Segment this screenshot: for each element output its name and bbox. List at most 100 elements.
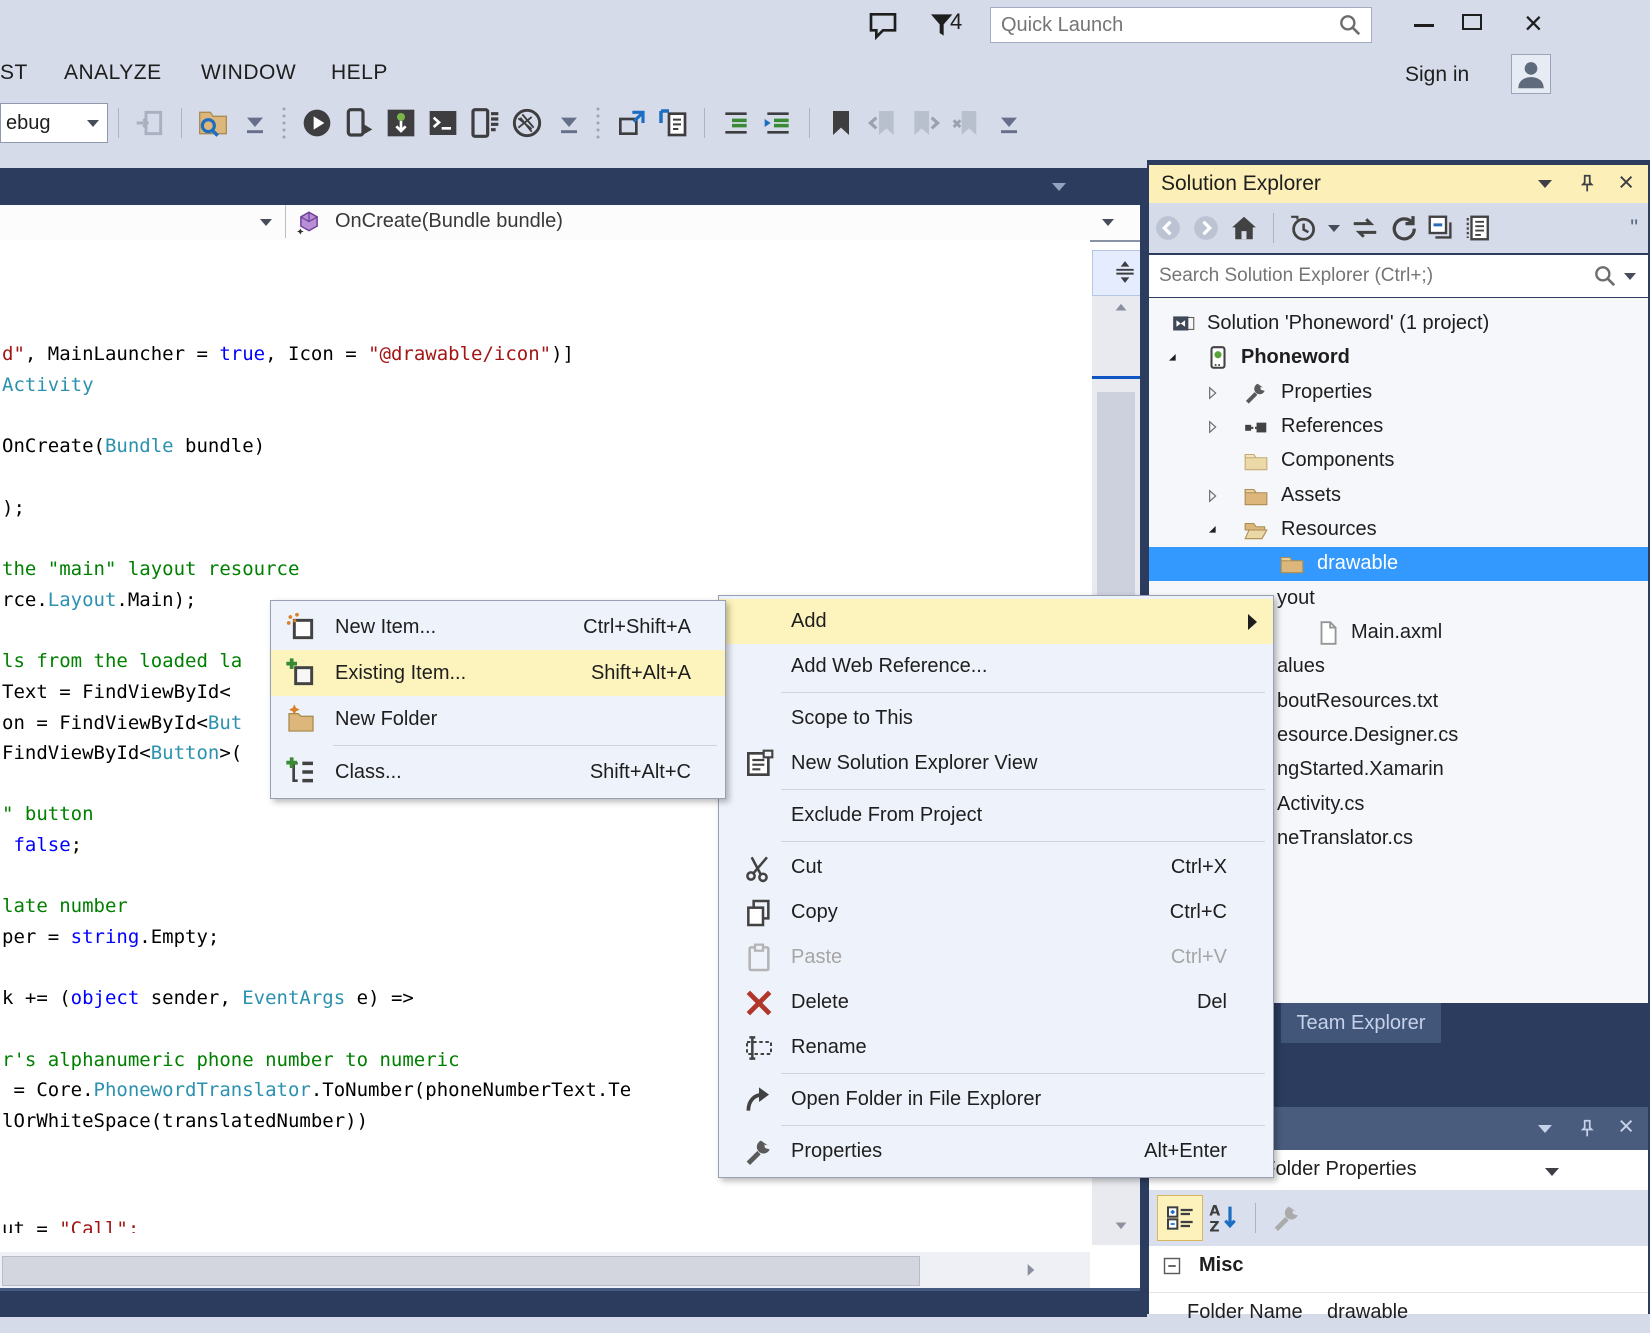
member-dropdown[interactable]: OnCreate(Bundle bundle) xyxy=(286,205,1140,238)
menubar-item-analyze[interactable]: ANALYZE xyxy=(64,61,162,85)
properties-section-misc[interactable]: Misc xyxy=(1157,1254,1243,1277)
sync-icon[interactable] xyxy=(1350,213,1380,243)
menu-item-add-web-reference[interactable]: Add Web Reference... xyxy=(719,644,1273,689)
chevron-down-icon[interactable] xyxy=(1328,225,1340,232)
scroll-down-icon[interactable] xyxy=(1109,1215,1133,1235)
quick-launch-input[interactable] xyxy=(991,14,1332,37)
sign-in-link[interactable]: Sign in xyxy=(1405,63,1469,87)
editor-splitter-handle[interactable] xyxy=(1092,250,1142,296)
scroll-right-icon[interactable] xyxy=(1019,1260,1043,1280)
overflow-icon[interactable] xyxy=(553,107,585,139)
categorized-button[interactable] xyxy=(1157,1195,1203,1241)
close-icon[interactable]: × xyxy=(1618,169,1634,196)
menu-item-existing-item[interactable]: Existing Item...Shift+Alt+A xyxy=(271,650,725,696)
pin-icon[interactable] xyxy=(1576,173,1598,195)
deploy-phone-icon[interactable] xyxy=(343,107,375,139)
menu-item-scope-to-this[interactable]: Scope to This xyxy=(719,696,1273,741)
tree-item-drawable[interactable]: drawable xyxy=(1149,547,1648,581)
bookmark-prev-icon[interactable] xyxy=(867,107,899,139)
window-position-chevron-icon[interactable] xyxy=(1538,180,1552,188)
menu-item-new-item[interactable]: New Item...Ctrl+Shift+A xyxy=(271,604,725,650)
document-list-chevron-icon[interactable] xyxy=(1052,183,1066,191)
console-icon[interactable] xyxy=(427,107,459,139)
user-avatar-icon[interactable] xyxy=(1511,54,1551,94)
copy-structure-icon[interactable] xyxy=(657,107,689,139)
bookmark-icon[interactable] xyxy=(825,107,857,139)
menubar-item-st[interactable]: ST xyxy=(0,61,28,85)
close-icon[interactable]: × xyxy=(1524,4,1543,42)
close-icon[interactable]: × xyxy=(1618,1113,1634,1140)
indent-decrease-icon[interactable] xyxy=(720,107,752,139)
toolbar-drag-handle[interactable] xyxy=(596,106,604,140)
tree-item-references[interactable]: References xyxy=(1149,410,1648,444)
scroll-up-icon[interactable] xyxy=(1109,298,1133,318)
editor-horizontal-scrollbar[interactable] xyxy=(0,1252,1090,1288)
menu-item-open-folder-in-file-explorer[interactable]: Open Folder in File Explorer xyxy=(719,1077,1273,1122)
property-row[interactable]: Folder Name drawable xyxy=(1149,1292,1648,1333)
menu-item-new-solution-explorer-view[interactable]: New Solution Explorer View xyxy=(719,741,1273,786)
toolbar-drag-handle[interactable] xyxy=(282,106,290,140)
device-log-icon[interactable] xyxy=(469,107,501,139)
type-dropdown[interactable] xyxy=(0,205,286,238)
search-options-chevron-icon[interactable] xyxy=(1624,273,1636,280)
property-value[interactable]: drawable xyxy=(1327,1301,1408,1324)
back-icon[interactable] xyxy=(1153,213,1183,243)
menu-item-rename[interactable]: Rename xyxy=(719,1025,1273,1070)
preview-icon[interactable] xyxy=(1464,213,1494,243)
attach-debugger-icon[interactable] xyxy=(134,107,166,139)
tree-item-properties[interactable]: Properties xyxy=(1149,376,1648,410)
collapse-section-icon[interactable] xyxy=(1162,1256,1182,1276)
tree-item-assets[interactable]: Assets xyxy=(1149,479,1648,513)
menu-item-add[interactable]: Add xyxy=(719,599,1273,644)
horizontal-scroll-thumb[interactable] xyxy=(2,1256,920,1286)
menu-item-exclude-from-project[interactable]: Exclude From Project xyxy=(719,793,1273,838)
feedback-icon[interactable] xyxy=(867,9,899,41)
collapse-arrow-icon[interactable] xyxy=(1205,522,1221,538)
menubar-item-help[interactable]: HELP xyxy=(331,61,388,85)
minimize-icon[interactable] xyxy=(1414,24,1434,27)
android-install-icon[interactable] xyxy=(385,107,417,139)
tree-item-resources[interactable]: Resources xyxy=(1149,513,1648,547)
new-window-icon[interactable] xyxy=(615,107,647,139)
expand-arrow-icon[interactable] xyxy=(1205,419,1221,435)
menu-item-properties[interactable]: PropertiesAlt+Enter xyxy=(719,1129,1273,1174)
tree-item-solution-phoneword-1-project[interactable]: Solution 'Phoneword' (1 project) xyxy=(1149,307,1648,341)
toolbar-overflow-icon[interactable]: " xyxy=(1630,215,1638,241)
collapse-arrow-icon[interactable] xyxy=(1165,350,1181,366)
refresh-icon[interactable] xyxy=(1388,213,1418,243)
overflow-icon[interactable] xyxy=(239,107,271,139)
menubar-item-window[interactable]: WINDOW xyxy=(201,61,296,85)
tree-item-components[interactable]: Components xyxy=(1149,444,1648,478)
bookmark-next-icon[interactable] xyxy=(909,107,941,139)
search-icon[interactable] xyxy=(1592,263,1618,289)
menu-item-delete[interactable]: DeleteDel xyxy=(719,980,1273,1025)
bookmark-clear-icon[interactable] xyxy=(951,107,983,139)
expand-arrow-icon[interactable] xyxy=(1205,488,1221,504)
menu-item-cut[interactable]: CutCtrl+X xyxy=(719,845,1273,890)
tab-team-explorer[interactable]: Team Explorer xyxy=(1281,1003,1441,1043)
home-icon[interactable] xyxy=(1229,213,1259,243)
tree-item-phoneword[interactable]: Phoneword xyxy=(1149,341,1648,375)
pattern-icon[interactable] xyxy=(511,107,543,139)
window-position-chevron-icon[interactable] xyxy=(1538,1125,1552,1133)
menu-item-copy[interactable]: CopyCtrl+C xyxy=(719,890,1273,935)
solution-explorer-search-box[interactable] xyxy=(1149,255,1648,297)
find-in-files-icon[interactable] xyxy=(197,107,229,139)
collapse-all-icon[interactable] xyxy=(1426,213,1456,243)
solution-explorer-titlebar[interactable]: Solution Explorer × xyxy=(1149,165,1648,203)
pin-icon[interactable] xyxy=(1576,1118,1598,1140)
maximize-icon[interactable] xyxy=(1462,14,1482,30)
chevron-down-icon[interactable] xyxy=(1545,1168,1559,1176)
debug-configuration-dropdown[interactable]: ebug xyxy=(0,103,108,143)
forward-icon[interactable] xyxy=(1191,213,1221,243)
start-debug-icon[interactable] xyxy=(301,107,333,139)
history-clock-icon[interactable] xyxy=(1288,213,1318,243)
solution-search-input[interactable] xyxy=(1149,264,1587,288)
overflow-icon[interactable] xyxy=(993,107,1025,139)
menu-item-new-folder[interactable]: New Folder xyxy=(271,696,725,742)
menu-item-paste[interactable]: PasteCtrl+V xyxy=(719,935,1273,980)
alphabetical-sort-icon[interactable]: AZ xyxy=(1208,1202,1240,1234)
quick-launch-box[interactable] xyxy=(990,7,1372,43)
indent-increase-icon[interactable] xyxy=(762,107,794,139)
menu-item-class[interactable]: Class...Shift+Alt+C xyxy=(271,749,725,795)
